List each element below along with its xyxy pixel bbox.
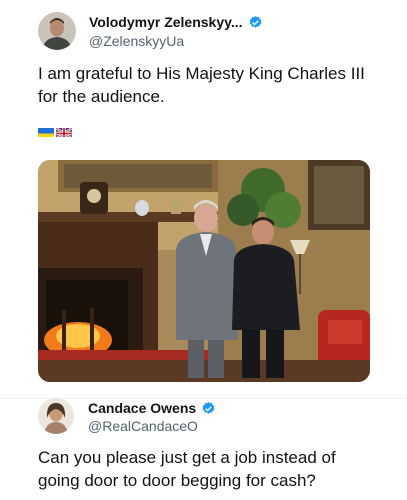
ukraine-flag-icon [38,126,54,137]
tweet-photo[interactable] [38,160,370,382]
author-handle[interactable]: @RealCandaceO [88,418,198,434]
tweet-text: I am grateful to His Majesty King Charle… [38,64,365,106]
author-handle[interactable]: @ZelenskyyUa [89,33,184,49]
avatar-candace[interactable] [38,398,74,434]
uk-flag-icon [56,126,72,137]
tweet-candace[interactable]: Candace Owens @RealCandaceO Can you plea… [0,398,407,500]
tweet-zelenskyy[interactable]: Volodymyr Zelenskyy... @ZelenskyyUa I am… [0,0,407,398]
author-name[interactable]: Candace Owens [88,400,196,416]
author-name[interactable]: Volodymyr Zelenskyy... [89,14,243,30]
tweet-text: Can you please just get a job instead of… [38,448,336,490]
flag-emojis [38,126,72,137]
verified-badge-icon [249,15,261,28]
verified-badge-icon [202,401,215,414]
avatar-zelenskyy[interactable] [38,12,76,50]
